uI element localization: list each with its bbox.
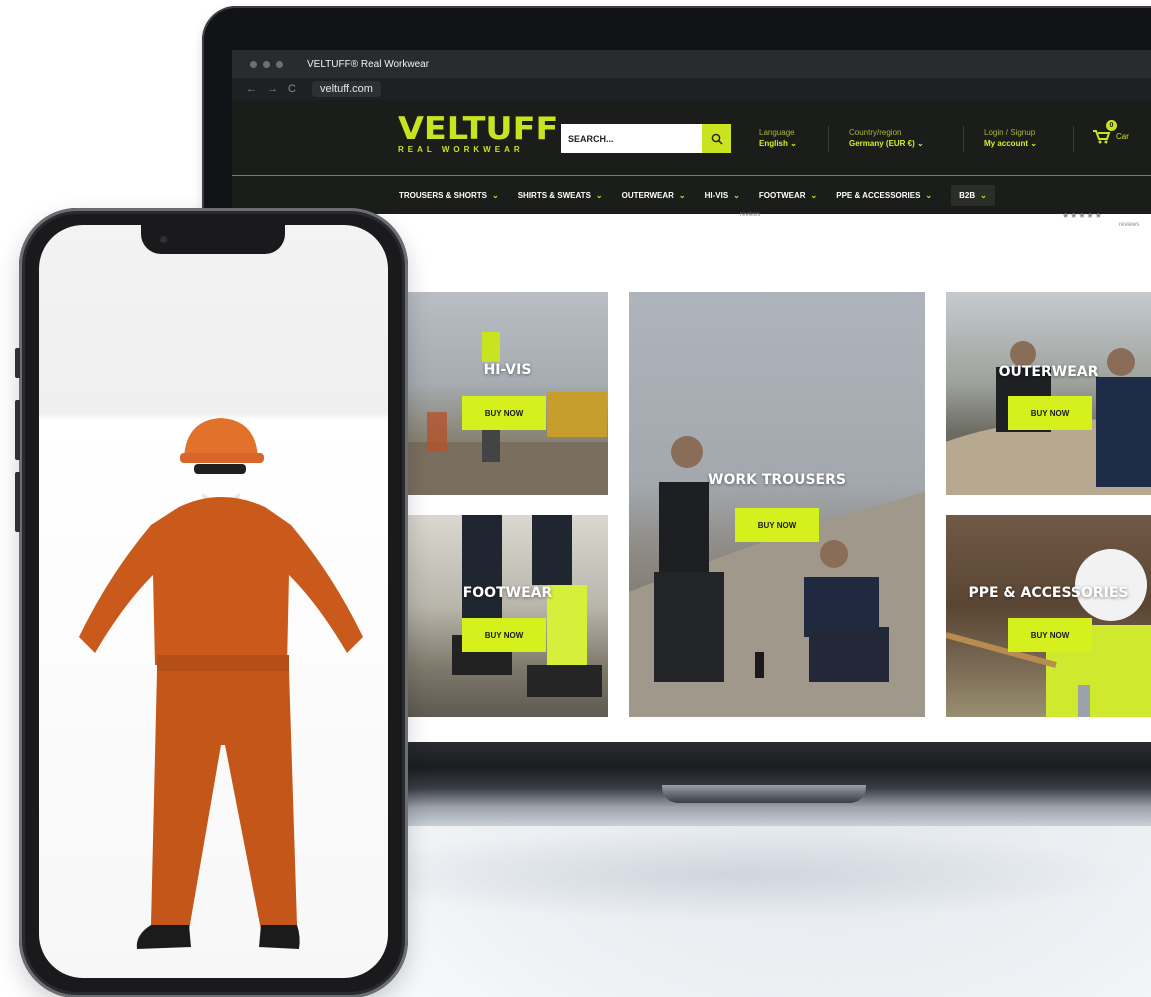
buy-now-button[interactable]: BUY NOW <box>462 396 546 430</box>
chevron-down-icon: ⌄ <box>1030 139 1037 148</box>
review-stars: ★★★★★ <box>1062 211 1103 220</box>
chevron-down-icon: ⌄ <box>678 190 686 200</box>
chevron-down-icon: ⌄ <box>917 139 924 148</box>
search-icon <box>711 133 722 144</box>
worker-photo <box>946 549 1151 717</box>
site-header: VELTUFF REAL WORKWEAR Language English ⌄… <box>232 100 1151 176</box>
nav-label: B2B <box>959 190 976 200</box>
country-label: Country/region <box>849 128 902 137</box>
reviews-text: reviews <box>740 212 761 218</box>
laptop-shadow <box>320 830 1140 920</box>
card-title: HI-VIS <box>483 362 532 378</box>
nav-shirts-sweats[interactable]: SHIRTS & SWEATS ⌄ <box>518 191 603 200</box>
workers-photo <box>946 341 1151 495</box>
card-title: OUTERWEAR <box>998 364 1099 380</box>
chevron-down-icon: ⌄ <box>595 190 603 200</box>
phone-volume-up <box>15 400 20 460</box>
category-card-ppe-accessories[interactable]: PPE & ACCESSORIES BUY NOW <box>946 515 1151 717</box>
nav-label: OUTERWEAR <box>621 190 674 200</box>
window-minimize-dot[interactable] <box>263 60 270 68</box>
chevron-down-icon: ⌄ <box>733 190 740 200</box>
card-title: PPE & ACCESSORIES <box>968 585 1129 601</box>
nav-label: HI-VIS <box>704 190 729 200</box>
window-close-dot[interactable] <box>250 60 257 68</box>
category-card-outerwear[interactable]: OUTERWEAR BUY NOW <box>946 292 1151 495</box>
search-box <box>561 124 731 153</box>
language-value: English <box>759 139 788 148</box>
browser-titlebar: VELTUFF® Real Workwear <box>232 50 1151 78</box>
reload-icon[interactable]: C <box>288 83 296 95</box>
nav-ppe-accessories[interactable]: PPE & ACCESSORIES ⌄ <box>836 191 932 200</box>
nav-trousers-shorts[interactable]: TROUSERS & SHORTS ⌄ <box>399 191 499 200</box>
front-camera-icon <box>160 236 167 243</box>
category-card-work-trousers[interactable]: WORK TROUSERS BUY NOW <box>629 292 925 717</box>
country-value: Germany (EUR €) <box>849 139 915 148</box>
buy-now-button[interactable]: BUY NOW <box>1008 618 1092 652</box>
account-menu[interactable]: Login / Signup My account ⌄ <box>984 127 1037 149</box>
account-value: My account <box>984 139 1029 148</box>
phone-screen <box>39 225 388 978</box>
nav-label: FOOTWEAR <box>758 190 806 200</box>
header-divider <box>828 126 829 152</box>
logo-wordmark: VELTUFF <box>398 111 559 147</box>
veltuff-logo[interactable]: VELTUFF REAL WORKWEAR <box>398 114 558 155</box>
chevron-down-icon: ⌄ <box>980 190 987 200</box>
laptop-trackpad-notch <box>662 785 866 803</box>
header-divider <box>963 126 964 152</box>
browser-address-bar: ← → C veltuff.com <box>232 78 1151 100</box>
country-selector[interactable]: Country/region Germany (EUR €) ⌄ <box>849 127 924 149</box>
buy-now-button[interactable]: BUY NOW <box>1008 396 1092 430</box>
chevron-down-icon: ⌄ <box>492 190 499 200</box>
reviews-text: reviews <box>1119 222 1140 228</box>
chevron-down-icon: ⌄ <box>790 139 797 148</box>
search-input[interactable] <box>561 133 702 144</box>
nav-b2b[interactable]: B2B ⌄ <box>951 184 995 206</box>
buy-now-button[interactable]: BUY NOW <box>735 508 819 542</box>
buy-now-button[interactable]: BUY NOW <box>462 618 546 652</box>
coverall-3d-model <box>79 418 363 949</box>
phone-volume-down <box>15 472 20 532</box>
nav-label: SHIRTS & SWEATS <box>517 190 591 200</box>
account-label: Login / Signup <box>984 128 1036 137</box>
back-arrow-icon[interactable]: ← <box>246 83 257 95</box>
header-divider <box>1073 126 1074 152</box>
window-zoom-dot[interactable] <box>276 60 283 68</box>
browser-tab-title[interactable]: VELTUFF® Real Workwear <box>307 59 429 70</box>
chevron-down-icon: ⌄ <box>925 190 933 200</box>
nav-outerwear[interactable]: OUTERWEAR ⌄ <box>622 191 686 200</box>
language-selector[interactable]: Language English ⌄ <box>759 127 797 149</box>
nav-label: PPE & ACCESSORIES <box>836 190 921 200</box>
nav-footwear[interactable]: FOOTWEAR ⌄ <box>759 191 817 200</box>
nav-hi-vis[interactable]: HI-VIS ⌄ <box>705 191 740 200</box>
cart-count-badge: 0 <box>1106 120 1117 131</box>
workers-photo <box>629 436 925 717</box>
card-title: WORK TROUSERS <box>708 472 846 488</box>
chevron-down-icon: ⌄ <box>810 190 818 200</box>
worker-photo <box>407 332 608 495</box>
url-field[interactable]: veltuff.com <box>311 81 381 97</box>
card-title: FOOTWEAR <box>462 585 553 601</box>
language-label: Language <box>759 128 795 137</box>
search-button[interactable] <box>702 124 731 153</box>
main-nav: TROUSERS & SHORTS ⌄ SHIRTS & SWEATS ⌄ OUTE… <box>232 176 1151 214</box>
category-card-hi-vis[interactable]: HI-VIS BUY NOW <box>407 292 608 495</box>
cart-label: Car <box>1116 131 1129 141</box>
nav-label: TROUSERS & SHORTS <box>399 190 488 200</box>
boots-photo <box>452 515 602 697</box>
forward-arrow-icon[interactable]: → <box>267 83 278 95</box>
phone-mute-switch <box>15 348 20 378</box>
category-card-footwear[interactable]: FOOTWEAR BUY NOW <box>407 515 608 717</box>
